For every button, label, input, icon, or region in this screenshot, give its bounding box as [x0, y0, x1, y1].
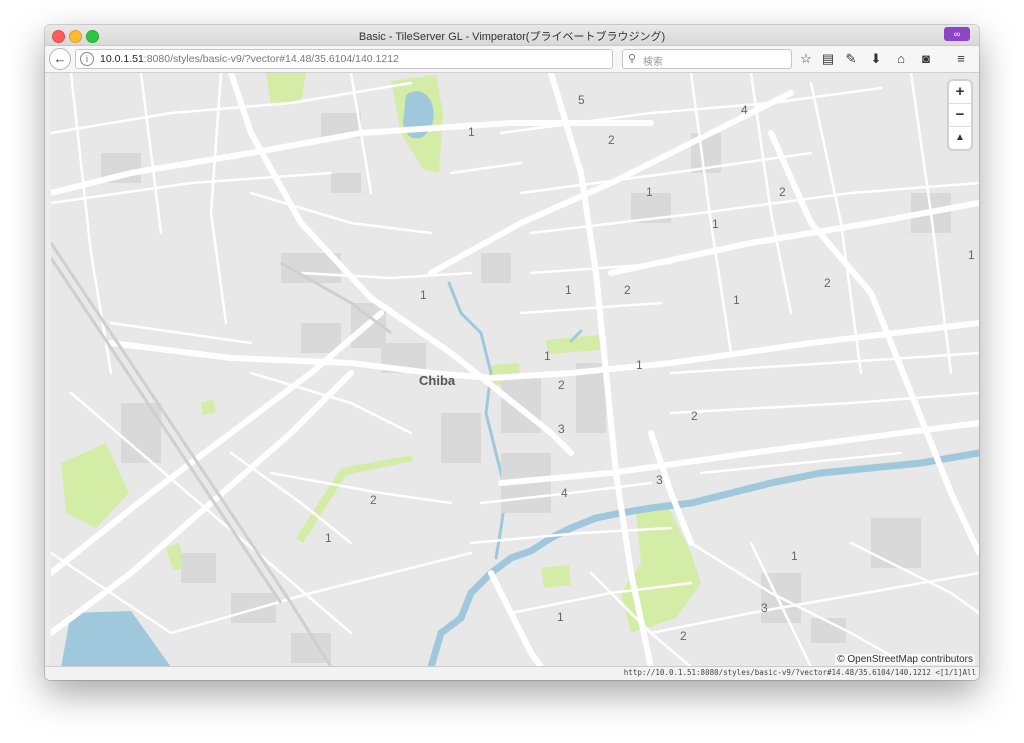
url-text[interactable]: 10.0.1.51:8080/styles/basic-v9/?vector#1… — [100, 53, 399, 65]
street-number-label: 1 — [420, 288, 427, 302]
street-number-label: 1 — [733, 293, 740, 307]
back-button[interactable]: ← — [49, 48, 71, 70]
street-number-label: 1 — [565, 283, 572, 297]
street-number-label: 2 — [680, 629, 687, 643]
street-number-label: 1 — [712, 217, 719, 231]
street-number-label: 5 — [578, 93, 585, 107]
street-number-label: 1 — [557, 610, 564, 624]
street-number-label: 2 — [558, 378, 565, 392]
browser-window: Basic - TileServer GL - Vimperator(プライベー… — [45, 25, 979, 680]
attribution-text[interactable]: © OpenStreetMap contributors — [835, 654, 975, 665]
wrench-icon[interactable]: ✎ — [842, 50, 860, 68]
street-number-label: 1 — [468, 125, 475, 139]
map-canvas[interactable]: Chiba 5 4 1 2 1 2 1 1 1 1 2 1 2 1 1 2 3 … — [51, 73, 979, 667]
street-number-label: 1 — [636, 358, 643, 372]
map-navigation-control: + − ▲ — [949, 81, 971, 149]
zoom-out-button[interactable]: − — [949, 104, 971, 127]
map-tiles — [51, 73, 979, 667]
url-bar[interactable]: i 10.0.1.51:8080/styles/basic-v9/?vector… — [75, 49, 638, 69]
pocket-icon[interactable]: ◙ — [917, 50, 935, 68]
home-icon[interactable]: ⌂ — [892, 50, 910, 68]
street-number-label: 1 — [791, 549, 798, 563]
bookmark-star-icon[interactable]: ☆ — [797, 50, 815, 68]
street-number-label: 2 — [624, 283, 631, 297]
search-icon: ⚲ — [628, 53, 637, 65]
status-bar: http://10.0.1.51:8080/styles/basic-v9/?v… — [45, 666, 979, 680]
street-number-label: 1 — [646, 185, 653, 199]
url-path: :8080/styles/basic-v9/?vector#14.48/35.6… — [143, 53, 399, 65]
street-number-label: 2 — [824, 276, 831, 290]
street-number-label: 3 — [656, 473, 663, 487]
street-number-label: 4 — [561, 486, 568, 500]
url-host: 10.0.1.51 — [100, 53, 144, 65]
street-number-label: 1 — [968, 248, 975, 262]
street-number-label: 2 — [608, 133, 615, 147]
site-info-icon[interactable]: i — [80, 52, 94, 66]
navigation-toolbar: ← i 10.0.1.51:8080/styles/basic-v9/?vect… — [45, 46, 979, 73]
menu-icon[interactable]: ≡ — [952, 50, 970, 68]
street-number-label: 2 — [370, 493, 377, 507]
street-number-label: 1 — [325, 531, 332, 545]
compass-icon[interactable]: ▲ — [949, 127, 971, 149]
street-number-label: 1 — [544, 349, 551, 363]
window-title: Basic - TileServer GL - Vimperator(プライベー… — [358, 31, 666, 43]
reading-list-icon[interactable]: ▤ — [819, 50, 837, 68]
street-number-label: 2 — [691, 409, 698, 423]
title-bar: Basic - TileServer GL - Vimperator(プライベー… — [45, 25, 979, 46]
download-icon[interactable]: ⬇ — [867, 50, 885, 68]
status-text: http://10.0.1.51:8080/styles/basic-v9/?v… — [623, 668, 976, 677]
street-number-label: 3 — [761, 601, 768, 615]
private-browsing-mask-icon[interactable]: ∞ — [944, 27, 970, 41]
search-placeholder: 検索 — [643, 57, 663, 68]
zoom-in-button[interactable]: + — [949, 81, 971, 104]
search-bar[interactable]: ⚲ 検索 — [622, 49, 792, 69]
street-number-label: 3 — [558, 422, 565, 436]
city-label-chiba: Chiba — [419, 373, 456, 388]
street-number-label: 4 — [741, 103, 748, 117]
street-number-label: 2 — [779, 185, 786, 199]
